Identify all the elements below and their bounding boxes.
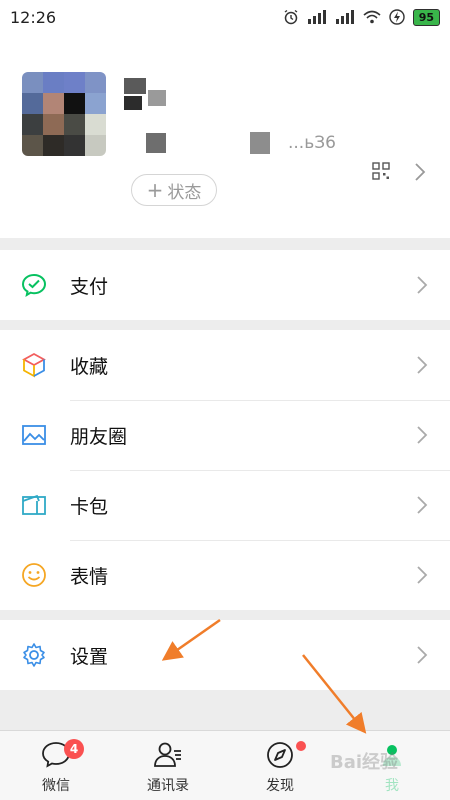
menu-item-pay[interactable]: 支付 xyxy=(0,250,450,320)
profile-card[interactable]: ...ьЗ6 + 状态 xyxy=(0,34,450,238)
qr-code-icon[interactable] xyxy=(372,162,390,180)
nickname-pixelated xyxy=(124,72,204,118)
watermark: Bai经验 xyxy=(330,752,399,773)
unread-badge: 4 xyxy=(64,739,84,759)
tab-me-label: 我 xyxy=(385,778,399,794)
menu-item-moments[interactable]: 朋友圈 xyxy=(0,400,450,470)
signal-icon-2 xyxy=(335,10,354,24)
chevron-right-icon xyxy=(417,646,428,664)
status-button-label: 状态 xyxy=(167,182,202,203)
status-icons: 95 xyxy=(283,8,440,26)
menu-item-favorites-label: 收藏 xyxy=(70,355,109,378)
menu-item-settings-label: 设置 xyxy=(70,645,109,668)
alarm-icon xyxy=(284,9,298,25)
tab-contacts[interactable]: 通讯录 xyxy=(112,731,224,800)
chevron-right-icon xyxy=(417,426,428,444)
id-pixelated-2 xyxy=(250,132,270,154)
cube-icon xyxy=(22,352,46,378)
chevron-right-icon xyxy=(417,496,428,514)
menu-group-settings: 设置 xyxy=(0,620,450,690)
plus-icon: + xyxy=(146,178,164,202)
tab-discover[interactable]: 发现 xyxy=(224,731,336,800)
chevron-right-icon xyxy=(417,276,428,294)
menu-group-main: 收藏 朋友圈 卡包 表情 xyxy=(0,330,450,610)
smiley-icon xyxy=(22,563,46,587)
compass-icon xyxy=(267,742,293,768)
charging-icon xyxy=(388,9,405,25)
id-pixelated-1 xyxy=(146,133,166,153)
wallet-icon xyxy=(22,494,46,515)
tab-chats-label: 微信 xyxy=(42,778,70,794)
gear-icon xyxy=(23,643,45,667)
menu-item-moments-label: 朋友圈 xyxy=(70,425,128,448)
menu-item-settings[interactable]: 设置 xyxy=(0,620,450,690)
status-bar: 12:26 95 xyxy=(0,0,450,34)
menu-item-stickers-label: 表情 xyxy=(70,565,109,588)
tab-discover-label: 发现 xyxy=(266,778,294,794)
avatar[interactable] xyxy=(22,72,106,156)
menu-item-cards[interactable]: 卡包 xyxy=(0,470,450,540)
profile-chevron-icon xyxy=(415,163,426,181)
menu-item-pay-label: 支付 xyxy=(70,275,109,298)
add-status-button[interactable]: + 状态 xyxy=(131,174,217,206)
status-time: 12:26 xyxy=(10,7,57,27)
image-icon xyxy=(22,425,46,445)
tab-contacts-label: 通讯录 xyxy=(147,778,189,794)
wechat-id-row: ...ьЗ6 xyxy=(124,130,434,158)
menu-item-cards-label: 卡包 xyxy=(70,495,109,518)
wechat-pay-icon xyxy=(21,273,47,298)
signal-icon-1 xyxy=(307,10,326,24)
wifi-icon xyxy=(363,10,381,24)
wechat-id-suffix: ...ьЗ6 xyxy=(288,133,336,153)
menu-item-favorites[interactable]: 收藏 xyxy=(0,330,450,400)
menu-group-pay: 支付 xyxy=(0,250,450,320)
chevron-right-icon xyxy=(417,566,428,584)
menu-item-stickers[interactable]: 表情 xyxy=(0,540,450,610)
battery-indicator: 95 xyxy=(412,8,440,26)
contacts-icon xyxy=(154,742,181,767)
tab-chats[interactable]: 4 微信 xyxy=(0,731,112,800)
chevron-right-icon xyxy=(417,356,428,374)
discover-new-dot xyxy=(296,741,306,751)
